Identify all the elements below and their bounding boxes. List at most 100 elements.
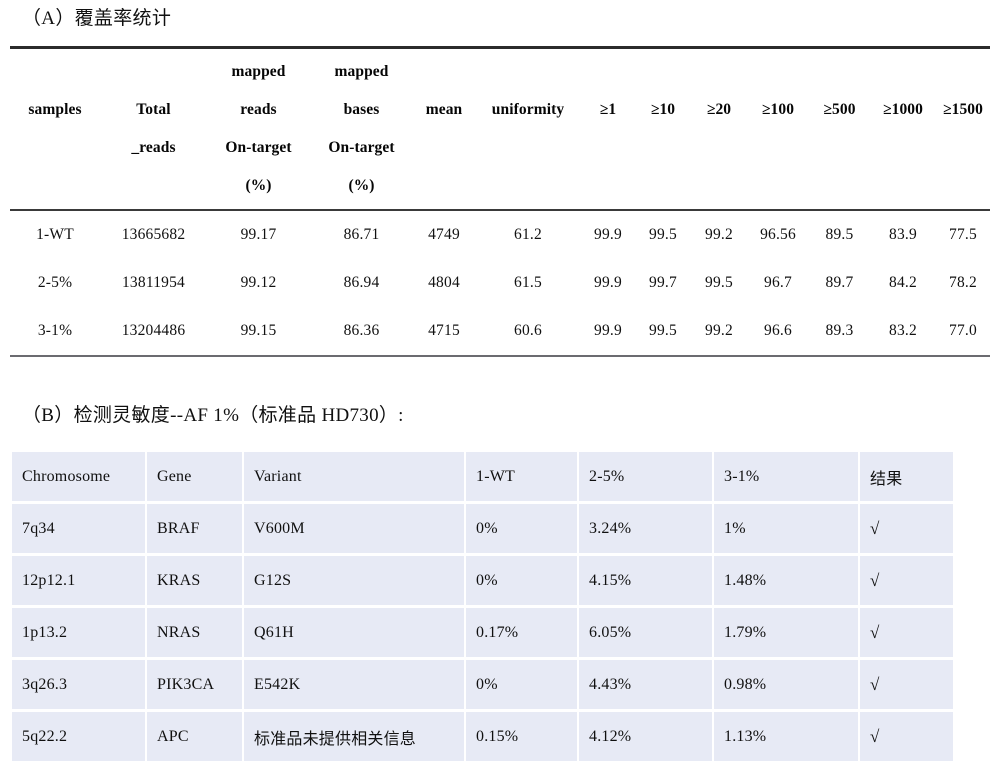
cell-mean: 4749 [428,225,460,243]
table-row: 5q22.2 APC 标准品未提供相关信息 0.15% 4.12% 1.13% … [12,712,953,761]
cell-sample: 1-WT [36,225,74,243]
cell-chromosome: 3q26.3 [12,660,147,712]
cell-ge-1500: 78.2 [949,273,977,291]
cell-ge-100: 96.7 [764,273,792,291]
header-sample-3-1: 3-1% [714,452,860,504]
header-total-reads: Total _reads [100,49,207,210]
table-row: 7q34 BRAF V600M 0% 3.24% 1% √ [12,504,953,556]
header-gene: Gene [147,452,244,504]
cell-ge-500: 89.7 [825,273,854,291]
header-ge-1500-line2: ≥1500 [942,100,983,118]
cell-mapped-bases: 86.71 [343,225,380,243]
header-ge-500-line2: ≥500 [823,100,856,118]
cell-sample-3-1: 1.48% [714,556,860,608]
cell-mean: 4804 [428,273,460,291]
header-sample-1wt: 1-WT [466,452,579,504]
cell-sample-1wt: 0.15% [466,712,579,761]
header-ge-10-line2: ≥10 [650,100,676,118]
cell-sample-1wt: 0.17% [466,608,579,660]
cell-ge-10: 99.7 [649,273,677,291]
cell-variant: Q61H [244,608,466,660]
header-ge-100-line2: ≥100 [761,100,795,118]
cell-variant: V600M [244,504,466,556]
header-ge-1000: ≥1000 [870,49,936,210]
section-b-title: （B）检测灵敏度--AF 1%（标准品 HD730）: [22,405,404,426]
cell-chromosome: 1p13.2 [12,608,147,660]
header-samples-line2: samples [28,100,82,118]
cell-ge-100: 96.6 [764,321,792,339]
header-result: 结果 [860,452,953,504]
header-mapped-bases-on-target: mapped bases On-target (%) [310,49,413,210]
cell-mean: 4715 [428,321,460,339]
cell-mapped-reads: 99.12 [240,273,277,291]
cell-sample: 3-1% [37,321,73,339]
header-total-reads-line2: Total [136,100,171,118]
cell-chromosome: 5q22.2 [12,712,147,761]
cell-mapped-bases: 86.36 [343,321,380,339]
header-variant: Variant [244,452,466,504]
cell-mapped-reads: 99.17 [240,225,277,243]
cell-ge-1: 99.9 [594,273,622,291]
cell-uniformity: 61.2 [514,225,542,243]
cell-chromosome: 7q34 [12,504,147,556]
coverage-statistics-table-container: samples Total _reads mapped reads On-tar [10,46,990,358]
cell-variant: 标准品未提供相关信息 [244,712,466,761]
header-mapped-reads-line1: mapped [231,63,286,80]
cell-result-checkmark: √ [860,608,953,660]
cell-ge-20: 99.5 [705,273,733,291]
cell-mapped-reads: 99.15 [240,321,277,339]
header-uniformity-line2: uniformity [491,100,565,118]
header-ge-1: ≥1 [581,49,635,210]
cell-sample-2-5: 4.15% [579,556,714,608]
cell-variant: E542K [244,660,466,712]
cell-sample-1wt: 0% [466,504,579,556]
header-mapped-bases-line4: (%) [348,176,375,194]
cell-gene: BRAF [147,504,244,556]
document-page: （A）覆盖率统计 samples Total _reads mapped rea… [0,0,1000,769]
cell-sample-2-5: 4.43% [579,660,714,712]
cell-ge-1500: 77.0 [949,321,977,339]
header-ge-1500: ≥1500 [936,49,990,210]
cell-sample-3-1: 1% [714,504,860,556]
cell-result-checkmark: √ [860,504,953,556]
cell-result-checkmark: √ [860,556,953,608]
cell-ge-100: 96.56 [760,225,796,243]
header-sample-2-5: 2-5% [579,452,714,504]
table-row: 3q26.3 PIK3CA E542K 0% 4.43% 0.98% √ [12,660,953,712]
cell-gene: APC [147,712,244,761]
cell-mapped-bases: 86.94 [343,273,380,291]
sensitivity-table-container: Chromosome Gene Variant 1-WT 2-5% 3-1% 结… [12,452,953,761]
header-samples: samples [10,49,100,210]
cell-sample-2-5: 3.24% [579,504,714,556]
header-mean-line2: mean [425,100,463,118]
table-row: 1-WT 13665682 99.17 86.71 4749 61.2 99.9… [10,211,990,259]
cell-sample-2-5: 4.12% [579,712,714,761]
header-ge-20: ≥20 [691,49,747,210]
cell-sample-3-1: 1.13% [714,712,860,761]
cell-total-reads: 13811954 [121,273,186,291]
cell-variant: G12S [244,556,466,608]
header-ge-500: ≥500 [809,49,870,210]
cell-gene: PIK3CA [147,660,244,712]
header-total-reads-line3: _reads [131,138,176,156]
coverage-statistics-table: samples Total _reads mapped reads On-tar [10,46,990,358]
table-row: 12p12.1 KRAS G12S 0% 4.15% 1.48% √ [12,556,953,608]
cell-gene: NRAS [147,608,244,660]
cell-sample: 2-5% [37,273,73,291]
header-ge-1-line2: ≥1 [599,100,617,118]
cell-sample-1wt: 0% [466,660,579,712]
header-ge-1000-line2: ≥1000 [882,100,923,118]
cell-ge-1000: 83.2 [889,321,917,339]
cell-ge-500: 89.3 [825,321,854,339]
cell-ge-1500: 77.5 [949,225,977,243]
cell-result-checkmark: √ [860,712,953,761]
table-row: 2-5% 13811954 99.12 86.94 4804 61.5 99.9… [10,259,990,307]
header-mapped-reads-line4: (%) [245,176,272,194]
cell-sample-3-1: 1.79% [714,608,860,660]
cell-sample-3-1: 0.98% [714,660,860,712]
cell-sample-2-5: 6.05% [579,608,714,660]
table-row: 1p13.2 NRAS Q61H 0.17% 6.05% 1.79% √ [12,608,953,660]
header-mean: mean [413,49,475,210]
header-mapped-reads-on-target: mapped reads On-target (%) [207,49,310,210]
cell-uniformity: 61.5 [514,273,542,291]
